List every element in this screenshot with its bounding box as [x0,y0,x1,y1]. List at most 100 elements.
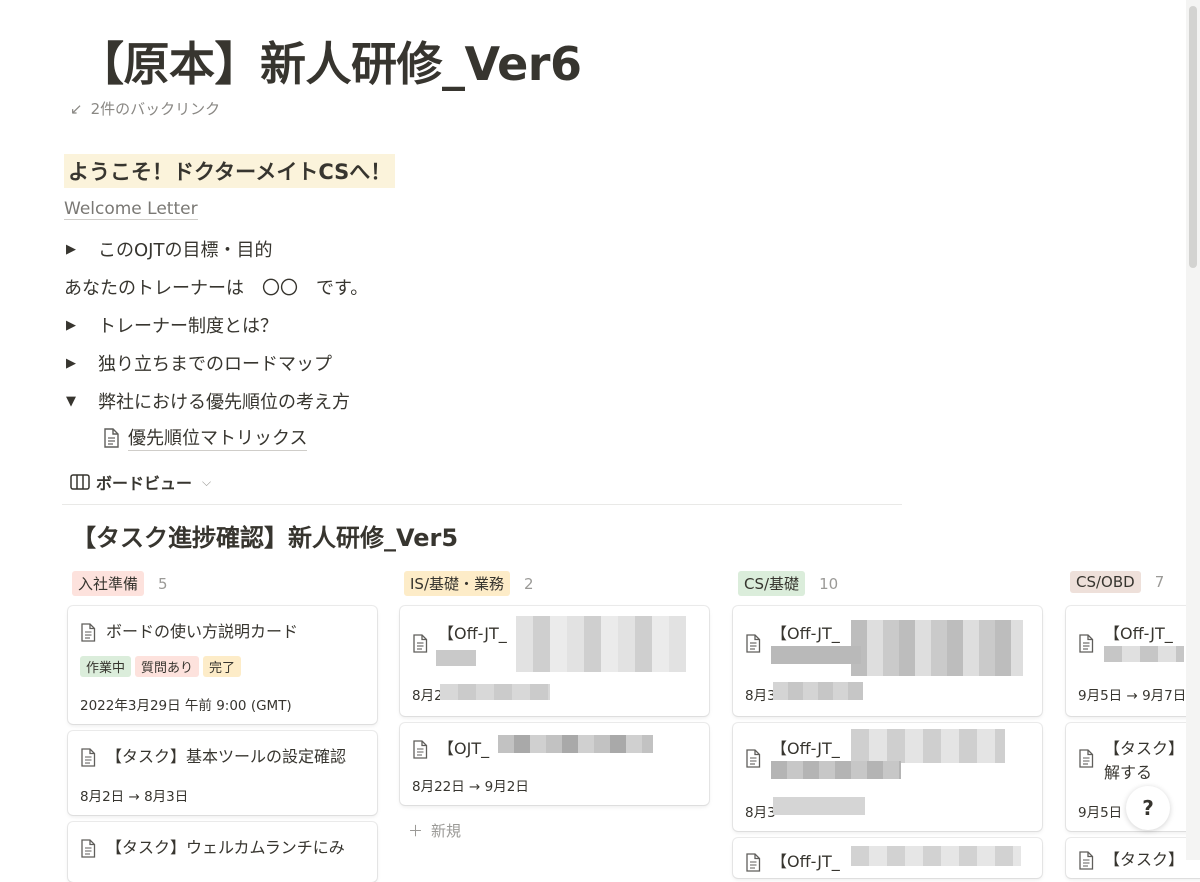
column-tag: CS/基礎 [738,571,806,596]
welcome-letter-link[interactable]: Welcome Letter [64,199,198,220]
card-date: 8月3 [745,805,776,821]
card-title: 【OJT_ [438,739,490,758]
toggle-trainer-label: トレーナー制度とは？ [98,316,278,337]
column-header[interactable]: CS/OBD 7 [1070,571,1164,593]
board-card[interactable]: 【Off-JT_ 8月3 [733,606,1042,716]
status-chip: 質問あり [135,656,200,677]
pixelated-text [1104,646,1184,662]
page-icon [412,740,428,766]
card-title: 【タスク】ウェルカムランチにみ [106,838,345,857]
scrollbar-thumb[interactable] [1189,6,1197,268]
pixelated-text [851,729,1005,763]
page-icon [80,748,96,774]
new-card-label: 新規 [431,822,462,840]
pixelated-text [516,616,686,672]
toggle-priority-label: 弊社における優先順位の考え方 [98,392,350,413]
card-title: 【タスク】 [1104,739,1185,758]
backlinks-link[interactable]: ↙ 2件のバックリンク [70,98,220,119]
board-view-label: ボードビュー [96,474,193,493]
toggle-right-icon[interactable]: ▶ [66,242,88,257]
toggle-right-icon[interactable]: ▶ [66,356,88,371]
toggle-priority[interactable]: ▼ 弊社における優先順位の考え方 [66,388,350,414]
divider [62,504,902,505]
card-title-line2: 解する [1104,763,1153,782]
toggle-right-icon[interactable]: ▶ [66,318,88,333]
page-icon [104,427,119,448]
page-icon [1078,749,1094,775]
card-date: 8月22日 → 9月2日 [412,779,529,795]
new-card-button[interactable]: ＋ 新規 [408,820,461,841]
board-card[interactable]: 【タスク】 [1066,838,1200,878]
board-card[interactable]: 【タスク】ウェルカムランチにみ [68,822,377,882]
pixelated-text [771,646,861,664]
card-date: 8月2日 → 8月3日 [80,789,189,805]
card-date: 9月5日 [1078,805,1123,821]
column-count: 7 [1154,573,1165,591]
pixelated-text [498,735,653,753]
card-date: 9月5日 → 9月7日 [1078,688,1187,704]
board-card[interactable]: 【タスク】基本ツールの設定確認 8月2日 → 8月3日 [68,731,377,815]
trainer-text: あなたのトレーナーは 〇〇 です。 [64,278,369,299]
page-icon [745,749,761,775]
card-title: 【Off-JT_ [1104,624,1173,643]
toggle-trainer[interactable]: ▶ トレーナー制度とは？ [66,312,278,338]
column-header[interactable]: 入社準備 5 [72,571,168,596]
status-chip: 作業中 [80,656,132,677]
board-view-icon [70,474,90,490]
card-title: 【Off-JT_ [771,739,840,758]
toggle-down-icon[interactable]: ▼ [66,394,88,409]
board-card[interactable]: 【OJT_ 8月22日 → 9月2日 [400,723,709,805]
page-icon [1078,634,1094,660]
column-tag: CS/OBD [1070,571,1141,593]
pixelated-text [773,682,863,700]
card-title: ボードの使い方説明カード [106,622,299,641]
page-title: 【原本】新人研修_Ver6 [78,37,582,91]
pixelated-text [771,761,901,779]
board-card[interactable]: ボードの使い方説明カード 作業中 質問あり 完了 2022年3月29日 午前 9:0… [68,606,377,724]
priority-matrix-link[interactable]: 優先順位マトリックス [102,424,308,451]
column-tag: 入社準備 [72,571,145,596]
toggle-roadmap-label: 独り立ちまでのロードマップ [98,354,332,375]
board-card[interactable]: 【Off-JT_ 9月5日 → 9月7日 [1066,606,1200,716]
help-button[interactable]: ? [1126,786,1170,830]
backlinks-label: 2件のバックリンク [90,100,221,118]
pixelated-text [436,650,476,666]
card-title: 【Off-JT_ [438,624,507,643]
card-date: 8月3 [745,688,776,704]
status-chip: 完了 [203,656,242,677]
toggle-roadmap[interactable]: ▶ 独り立ちまでのロードマップ [66,350,332,376]
pixelated-text [773,797,865,815]
pixelated-text [851,846,1021,866]
page-icon [745,853,761,878]
column-count: 10 [819,574,839,593]
column-header[interactable]: CS/基礎 10 [738,571,838,596]
column-tag: IS/基礎・業務 [404,571,510,596]
column-count: 5 [158,574,168,593]
pixelated-text [440,684,550,700]
page-icon [80,623,96,649]
card-title: 【Off-JT_ [771,624,840,643]
welcome-heading: ようこそ！ドクターメイトCSへ！ [64,154,396,188]
column-header[interactable]: IS/基礎・業務 2 [404,571,534,596]
card-title: 【タスク】 [1104,850,1185,869]
page-icon [745,634,761,660]
card-title: 【Off-JT_ [771,852,840,871]
plus-icon: ＋ [408,822,424,840]
card-title: 【タスク】基本ツールの設定確認 [106,747,347,766]
column-count: 2 [524,574,534,593]
board-view-selector[interactable]: ボードビュー ⌵ [70,470,211,494]
priority-matrix-label: 優先順位マトリックス [128,424,308,451]
board-card[interactable]: 【Off-JT_ [733,838,1042,878]
board-title: 【タスク進捗確認】新人研修_Ver5 [72,524,459,552]
arrow-down-left-icon: ↙ [70,99,83,118]
toggle-goal[interactable]: ▶ このOJTの目標・目的 [66,236,272,262]
card-date: 2022年3月29日 午前 9:00 (GMT) [80,698,292,714]
board-card[interactable]: 【Off-JT_ 8月3 [733,723,1042,831]
pixelated-text [851,620,1023,676]
page-icon [412,634,428,660]
page-icon [80,839,96,865]
chevron-down-icon: ⌵ [202,474,212,489]
toggle-goal-label: このOJTの目標・目的 [98,240,273,261]
board-card[interactable]: 【Off-JT_ 8月2 [400,606,709,716]
page-icon [1078,851,1094,877]
